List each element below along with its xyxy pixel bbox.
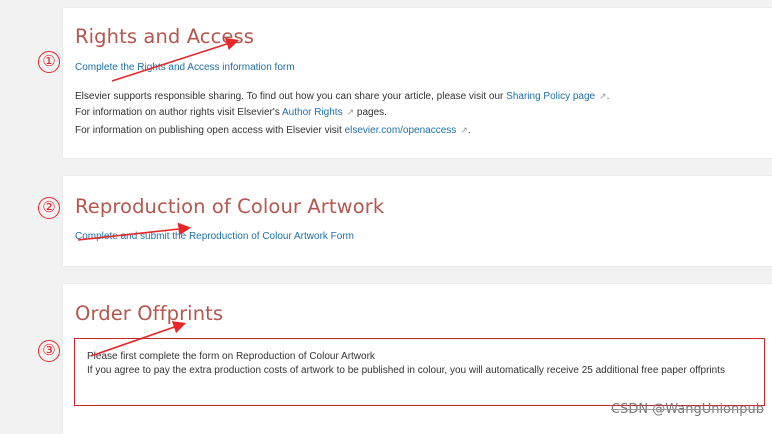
offprints-highlight-box: Please first complete the form on Reprod… [74,338,765,406]
sharing-suffix: . [606,91,610,102]
rights-form-row: Complete the Rights and Access informati… [75,61,295,75]
author-suffix: pages. [354,107,387,118]
open-access-text: For information on publishing open acces… [75,123,471,138]
sharing-prefix: Elsevier supports responsible sharing. T… [75,91,507,102]
oa-prefix: For information on publishing open acces… [75,125,345,136]
sharing-policy-link[interactable]: Sharing Policy page [506,91,595,102]
watermark: CSDN @WangUnionpub [611,402,764,417]
sharing-policy-text: Elsevier supports responsible sharing. T… [75,89,609,104]
oa-suffix: . [467,125,471,136]
author-rights-link[interactable]: Author Rights [282,107,343,118]
author-rights-text: For information on author rights visit E… [75,105,387,120]
rights-and-access-card: Rights and Access Complete the Rights an… [63,8,772,158]
offprints-line-1: Please first complete the form on Reprod… [87,351,375,362]
annotation-marker-2: ② [38,197,60,219]
offprints-line-2: If you agree to pay the extra production… [87,365,725,376]
colour-artwork-card: Reproduction of Colour Artwork Complete … [63,176,772,266]
colour-form-row: Complete and submit the Reproduction of … [75,230,354,244]
annotation-marker-3: ③ [38,340,60,362]
external-link-icon: ↗ [599,91,607,101]
order-offprints-title: Order Offprints [75,302,224,325]
open-access-link[interactable]: elsevier.com/openaccess [345,125,457,136]
rights-access-form-link[interactable]: Complete the Rights and Access informati… [75,62,295,73]
rights-and-access-title: Rights and Access [75,25,255,48]
colour-artwork-title: Reproduction of Colour Artwork [75,195,385,218]
external-link-icon: ↗ [346,107,355,117]
external-link-icon: ↗ [460,125,468,135]
author-prefix: For information on author rights visit E… [75,107,282,118]
annotation-marker-1: ① [38,51,60,73]
colour-artwork-form-link[interactable]: Complete and submit the Reproduction of … [75,231,354,242]
